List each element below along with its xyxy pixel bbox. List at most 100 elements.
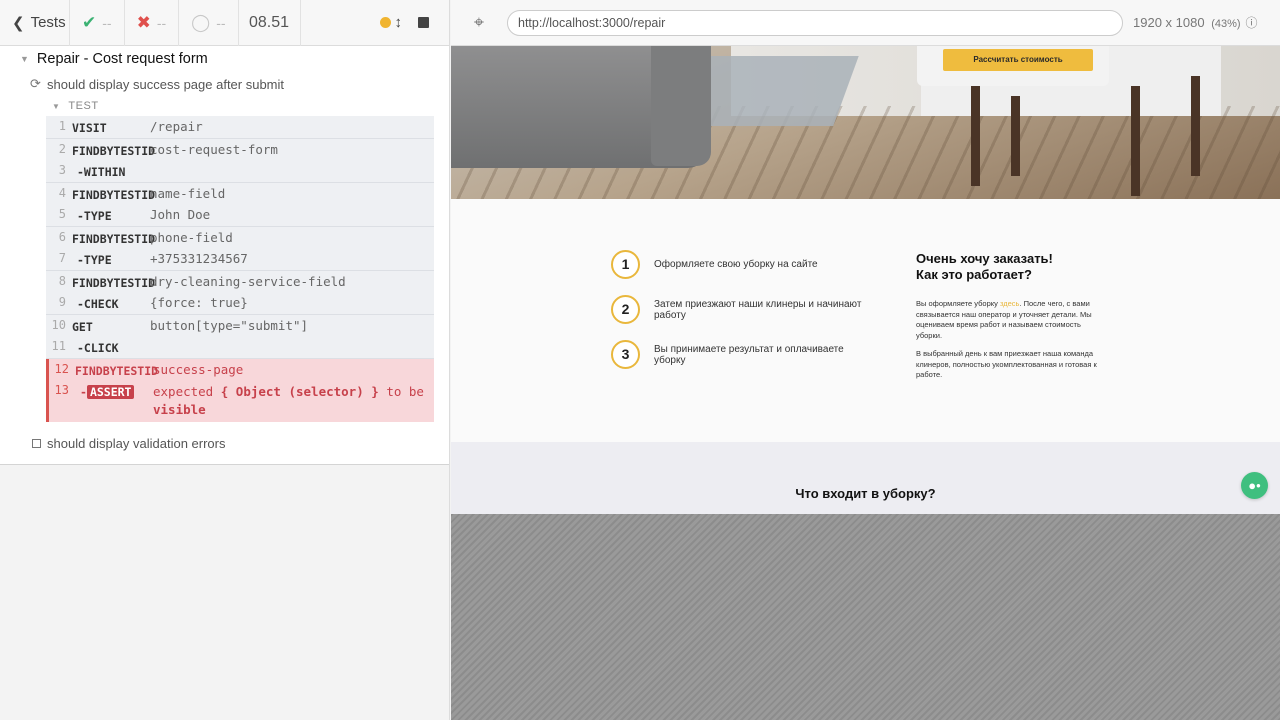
command-group: 8 FINDBYTESTID dry-cleaning-service-fiel… xyxy=(46,270,434,315)
command-message: phone-field xyxy=(150,229,233,245)
command-message: John Doe xyxy=(150,207,211,222)
how-title-line: Очень хочу заказать! xyxy=(916,251,1053,266)
command-row[interactable]: 5 -TYPE John Doe xyxy=(46,204,434,226)
pending-checkbox-icon xyxy=(32,438,41,448)
command-row[interactable]: 2 FINDBYTESTID cost-request-form xyxy=(46,139,434,161)
test-title: should display validation errors xyxy=(47,435,226,451)
command-group: 1 VISIT /repair xyxy=(46,116,434,139)
command-row[interactable]: 11 -CLICK xyxy=(46,336,434,358)
caret-down-icon: ▼ xyxy=(20,54,29,64)
suite-title-row[interactable]: ▼ Repair - Cost request form xyxy=(0,46,449,72)
command-number: 12 xyxy=(54,361,69,376)
command-row[interactable]: 3 -WITHIN xyxy=(46,160,434,182)
command-message: success-page xyxy=(153,361,244,377)
here-link[interactable]: здесь xyxy=(1000,299,1019,308)
command-group: 4 FINDBYTESTID name-field 5 -TYPE John D… xyxy=(46,182,434,227)
includes-title: Что входит в уборку? xyxy=(795,486,936,501)
info-icon[interactable]: ⓘ xyxy=(1246,14,1258,31)
how-paragraph: В выбранный день к вам приезжает наша ко… xyxy=(916,349,1097,379)
calculate-cost-button[interactable]: Рассчитать стоимость xyxy=(943,49,1093,71)
hero-image: Рассчитать стоимость xyxy=(451,46,1280,199)
how-title-line: Как это работает? xyxy=(916,267,1032,282)
step-text: Затем приезжают наши клинеры и начинают … xyxy=(654,298,862,321)
command-message: button[type="submit"] xyxy=(150,317,309,333)
hero-chair-leg xyxy=(1011,96,1020,176)
stop-icon[interactable] xyxy=(418,17,429,28)
command-name: -CHECK xyxy=(77,297,119,311)
command-number: 7 xyxy=(58,251,66,265)
assert-object: { Object (selector) } xyxy=(220,384,379,399)
command-row[interactable]: 6 FINDBYTESTID phone-field xyxy=(46,227,434,249)
failed-value: -- xyxy=(156,14,167,31)
command-number: 4 xyxy=(58,185,66,200)
failed-count: ✖ -- xyxy=(125,0,180,46)
section-label-row[interactable]: ▼ TEST xyxy=(46,96,434,116)
test-title-row[interactable]: ⟳ should display success page after subm… xyxy=(0,72,449,96)
tests-button[interactable]: ❮ Tests xyxy=(0,0,70,46)
passed-value: -- xyxy=(102,14,112,31)
command-row[interactable]: 10 GET button[type="submit"] xyxy=(46,315,434,337)
command-row[interactable]: 13 - ASSERT expected { Object (selector) … xyxy=(49,380,434,422)
step-item: 1 Оформляете свою уборку на сайте xyxy=(611,250,864,279)
command-number: 2 xyxy=(58,141,66,156)
viewport-info[interactable]: 1920 x 1080 (43%) xyxy=(1133,15,1241,30)
how-title: Очень хочу заказать! Как это работает? xyxy=(916,251,1116,283)
x-icon: ✖ xyxy=(136,12,151,32)
command-message: dry-cleaning-service-field xyxy=(150,273,346,289)
test-title-row[interactable]: should display validation errors xyxy=(0,428,449,458)
app-under-test-panel: ⌖ http://localhost:3000/repair 1920 x 10… xyxy=(451,0,1280,720)
command-group: 2 FINDBYTESTID cost-request-form 3 -WITH… xyxy=(46,138,434,183)
assert-to-be: to be xyxy=(386,384,424,399)
assert-badge: ASSERT xyxy=(86,385,135,399)
step-text: Вы принимаете результат и оплачиваете уб… xyxy=(654,343,844,366)
step-number: 2 xyxy=(611,295,640,324)
app-iframe: Рассчитать стоимость 1 Оформляете свою у… xyxy=(451,46,1280,514)
run-controls: ↕ xyxy=(301,0,449,46)
command-number: 5 xyxy=(58,207,66,221)
running-indicator-icon xyxy=(379,17,391,28)
assert-message: expected { Object (selector) } to be vis… xyxy=(153,383,433,419)
command-message: /repair xyxy=(150,119,203,134)
command-row[interactable]: 4 FINDBYTESTID name-field xyxy=(46,183,434,205)
command-name: FINDBYTESTID xyxy=(72,231,156,246)
command-message: +375331234567 xyxy=(150,251,248,266)
command-message: {force: true} xyxy=(150,295,248,310)
viewport-size: 1920 x 1080 xyxy=(1133,15,1205,30)
command-name: GET xyxy=(72,319,93,334)
check-icon: ✔ xyxy=(82,12,97,32)
assert-visible: visible xyxy=(153,402,206,417)
viewport-empty-area xyxy=(451,514,1280,720)
command-row[interactable]: 9 -CHECK {force: true} xyxy=(46,292,434,314)
step-number: 1 xyxy=(611,250,640,279)
failed-command-group: 12 FINDBYTESTID success-page 13 - ASSERT … xyxy=(46,358,434,422)
command-row[interactable]: 1 VISIT /repair xyxy=(46,116,434,138)
suite-title: Repair - Cost request form xyxy=(36,51,208,67)
passed-count: ✔ -- xyxy=(70,0,125,46)
command-number: 8 xyxy=(58,273,66,288)
desc-text: Вы оформляете уборку xyxy=(916,299,1000,308)
url-field[interactable]: http://localhost:3000/repair xyxy=(507,9,1123,36)
command-message: name-field xyxy=(150,185,226,201)
selector-playground-icon[interactable]: ⌖ xyxy=(451,12,507,33)
test-title: should display success page after submit xyxy=(47,76,285,92)
command-row[interactable]: 8 FINDBYTESTID dry-cleaning-service-fiel… xyxy=(46,271,434,293)
command-name: -CLICK xyxy=(77,341,119,355)
command-name: VISIT xyxy=(72,121,107,135)
chevron-left-icon: ❮ xyxy=(12,14,25,32)
pending-value: -- xyxy=(216,14,226,31)
auto-scroll-toggle[interactable]: ↕ xyxy=(379,14,402,31)
pending-circle-icon: ◯ xyxy=(191,12,211,32)
command-name: FINDBYTESTID xyxy=(72,143,156,158)
section-label: TEST xyxy=(68,100,99,112)
command-row[interactable]: 12 FINDBYTESTID success-page xyxy=(49,359,434,381)
command-number: 3 xyxy=(58,163,66,177)
command-number: 13 xyxy=(54,383,69,397)
tests-label: Tests xyxy=(30,14,66,31)
command-name: FINDBYTESTID xyxy=(72,187,156,202)
command-row[interactable]: 7 -TYPE +375331234567 xyxy=(46,248,434,270)
url-bar: ⌖ http://localhost:3000/repair 1920 x 10… xyxy=(451,0,1280,46)
runnable-list: ▼ Repair - Cost request form ⟳ should di… xyxy=(0,46,449,465)
command-message: cost-request-form xyxy=(150,141,278,157)
chat-icon[interactable]: ●• xyxy=(1241,472,1268,499)
step-text: Оформляете свою уборку на сайте xyxy=(654,259,818,270)
